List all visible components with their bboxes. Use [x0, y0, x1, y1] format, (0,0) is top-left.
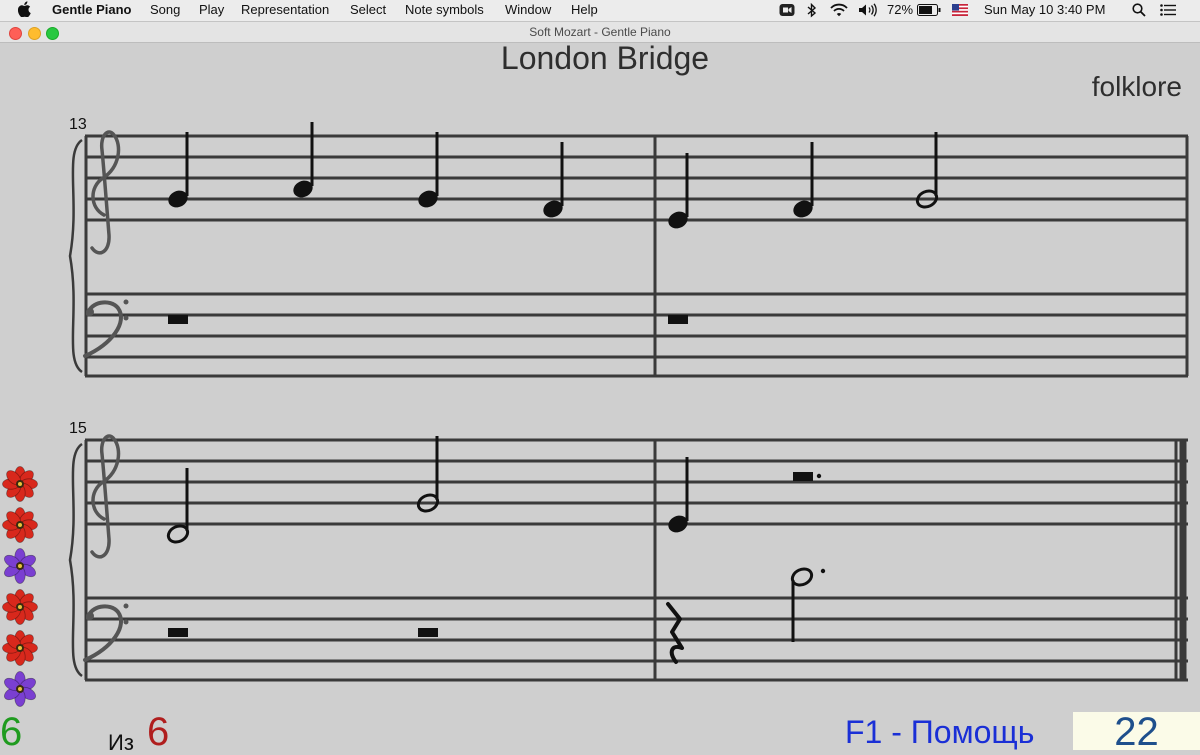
- quarter-note[interactable]: [416, 132, 441, 210]
- flower-icon: [2, 589, 38, 625]
- whole-rest: [668, 315, 688, 324]
- flower-icon: [3, 548, 37, 584]
- quarter-note[interactable]: [666, 457, 691, 535]
- bass-clef-icon: [83, 601, 131, 662]
- score-value: 22: [1114, 710, 1159, 754]
- quarter-note[interactable]: [291, 122, 316, 200]
- system-1: [68, 122, 1189, 378]
- system-2: [68, 434, 1188, 682]
- half-note[interactable]: [166, 468, 190, 545]
- flower-icon: [3, 671, 37, 707]
- whole-rest: [168, 628, 188, 637]
- flower-icon: [2, 466, 38, 502]
- quarter-note[interactable]: [541, 142, 566, 220]
- help-hint[interactable]: F1 - Помощь: [845, 712, 1034, 752]
- score-sheet: [68, 122, 1189, 682]
- flower-icon: [2, 630, 38, 666]
- bass-clef-icon: [83, 297, 131, 358]
- quarter-note[interactable]: [791, 142, 816, 220]
- quarter-note[interactable]: [166, 132, 191, 210]
- whole-rest: [418, 628, 438, 637]
- quarter-rest: [666, 602, 684, 664]
- treble-clef-icon: [90, 434, 121, 559]
- completed-count: 6: [0, 710, 23, 754]
- total-count: 6: [147, 710, 170, 754]
- dotted-half-note[interactable]: [790, 566, 826, 642]
- treble-clef-icon: [90, 130, 121, 255]
- score-box: 22: [1073, 710, 1200, 754]
- brace: [68, 138, 83, 374]
- quarter-note[interactable]: [666, 153, 691, 231]
- whole-rest: [168, 315, 188, 324]
- of-label: Из: [108, 730, 134, 755]
- brace: [68, 442, 83, 678]
- dotted-half-rest: [793, 472, 822, 481]
- flower-icon: [2, 507, 38, 543]
